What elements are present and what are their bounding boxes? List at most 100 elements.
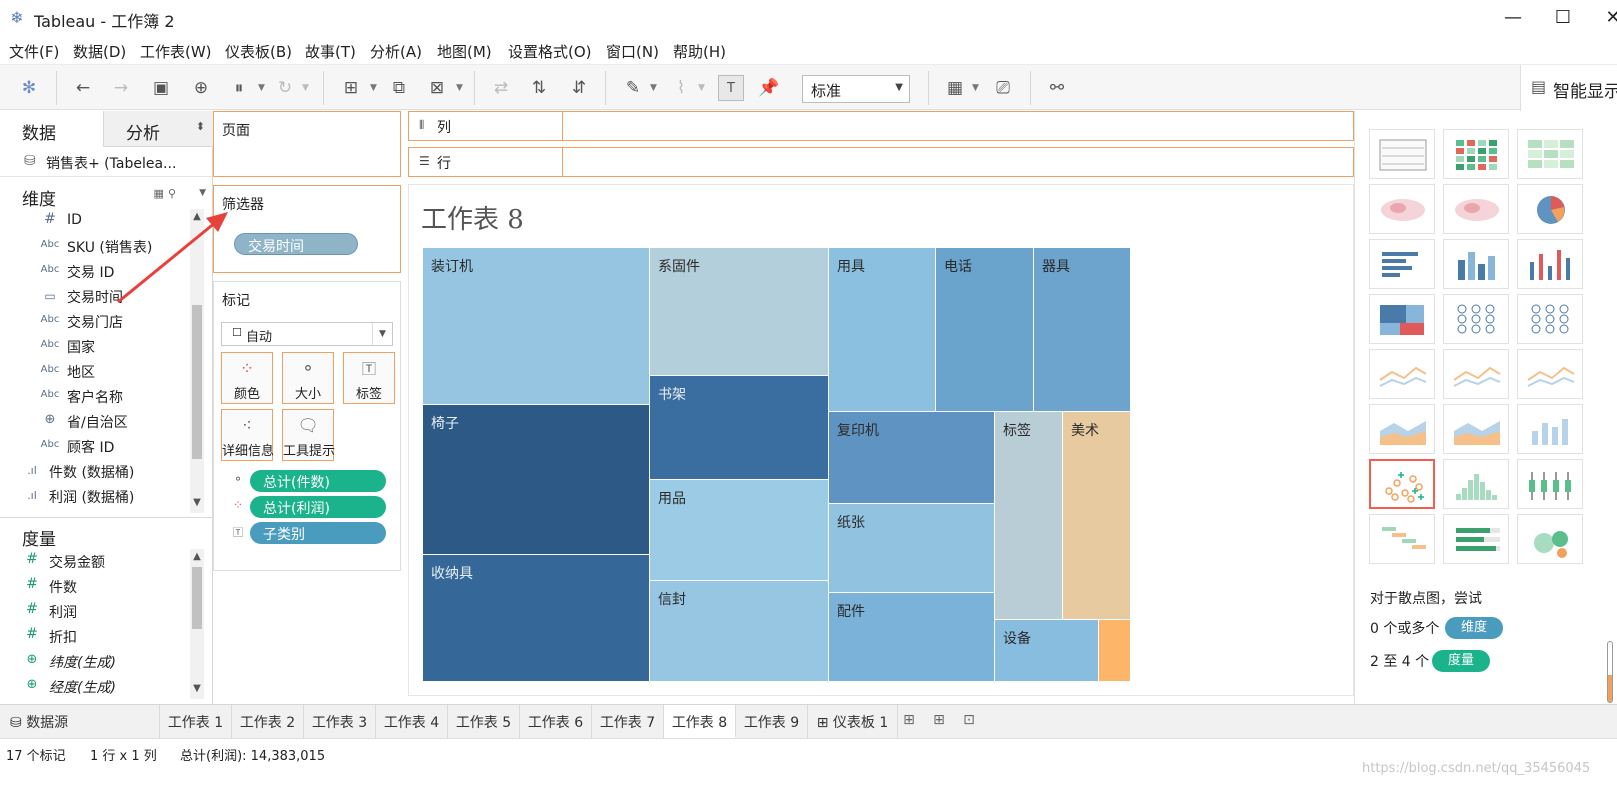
group-dropdown-icon[interactable]: ▼	[698, 75, 708, 101]
clear-dropdown-icon[interactable]: ▼	[456, 75, 466, 101]
save-icon[interactable]: ▣	[148, 75, 174, 101]
menu-format[interactable]: 设置格式(O)	[508, 41, 592, 62]
detail-button[interactable]: ⁖ 详细信息	[221, 409, 274, 461]
sheet-tab[interactable]: 工作表 2	[232, 705, 304, 738]
dimension-field[interactable]: Abc 国家	[0, 334, 190, 359]
pill-sum-profit[interactable]: 总计(利润)	[250, 496, 386, 518]
treemap-tile[interactable]: 配件	[829, 593, 995, 682]
measures-scroll-thumb[interactable]	[192, 567, 202, 629]
horizontal-bars-chart-button[interactable]	[1369, 239, 1435, 289]
dimension-field[interactable]: .ıl 件数 (数据桶)	[0, 459, 190, 484]
dimension-field[interactable]: Abc SKU (销售表)	[0, 234, 190, 259]
back-icon[interactable]: ←	[70, 75, 96, 101]
sheet-tab[interactable]: 工作表 7	[592, 705, 664, 738]
dimensions-menu-icon[interactable]: ▼	[199, 188, 206, 198]
pill-sum-count[interactable]: 总计(件数)	[250, 470, 386, 492]
dimension-field[interactable]: # ID	[0, 209, 190, 234]
new-datasource-icon[interactable]: ⊕	[188, 75, 214, 101]
menu-file[interactable]: 文件(F)	[9, 41, 59, 62]
dimension-field[interactable]: Abc 地区	[0, 359, 190, 384]
size-button[interactable]: ⚬ 大小	[282, 352, 334, 404]
histogram-chart-button[interactable]	[1443, 459, 1509, 509]
treemap-tile[interactable]: 标签	[995, 412, 1063, 620]
pages-card[interactable]: 页面	[213, 111, 401, 177]
measure-field[interactable]: ⊕ 经度(生成)	[0, 674, 190, 699]
treemap-tile[interactable]: 美术	[1063, 412, 1131, 620]
sheet-tab[interactable]: 工作表 5	[448, 705, 520, 738]
treemap-tile[interactable]: 用品	[650, 480, 829, 581]
mark-type-select[interactable]: ☐ 自动 ▼	[221, 322, 393, 346]
side-by-side-bars-chart-button[interactable]	[1517, 239, 1583, 289]
tab-datasource[interactable]: ⛁ 数据源	[0, 705, 160, 738]
tab-data[interactable]: 数据	[0, 111, 103, 147]
datasource-item[interactable]: ⛁ 销售表+ (Tabelea...	[0, 147, 212, 177]
close-button[interactable]: ✕	[1595, 4, 1617, 32]
treemap-tile[interactable]: 用具	[829, 248, 936, 412]
treemap-tile[interactable]: 信封	[650, 581, 829, 682]
symbol-map-chart-button[interactable]	[1369, 184, 1435, 234]
pause-updates-icon[interactable]: ⏸	[226, 75, 252, 101]
treemap-tile[interactable]: 器具	[1034, 248, 1131, 412]
sheet-tab[interactable]: 工作表 3	[304, 705, 376, 738]
menu-help[interactable]: 帮助(H)	[673, 41, 726, 62]
presentation-mode-icon[interactable]: ⎚	[990, 75, 1016, 101]
filled-map-chart-button[interactable]	[1443, 184, 1509, 234]
dimensions-scrollbar[interactable]: ▲ ▼	[190, 209, 204, 513]
panel-resize-handle[interactable]	[1607, 641, 1613, 703]
treemap-chart-button[interactable]	[1369, 294, 1435, 344]
discrete-lines-chart-button[interactable]	[1443, 349, 1509, 399]
sort-descending-icon[interactable]: ⇵	[566, 75, 592, 101]
scroll-up-icon[interactable]: ▲	[190, 211, 204, 225]
sort-ascending-icon[interactable]: ⇅	[526, 75, 552, 101]
tab-analysis-dropdown-icon[interactable]: ⬍	[196, 120, 205, 133]
fit-select[interactable]: 标准 ▼	[802, 75, 910, 103]
scatter-plot-chart-button[interactable]	[1369, 459, 1435, 509]
highlight-dropdown-icon[interactable]: ▼	[650, 75, 660, 101]
box-whisker-chart-button[interactable]	[1517, 459, 1583, 509]
tableau-home-icon[interactable]: ✻	[16, 75, 42, 101]
sheet-tab[interactable]: 工作表 1	[160, 705, 232, 738]
treemap-tile[interactable]	[1099, 620, 1131, 682]
pie-chart-button[interactable]	[1517, 184, 1583, 234]
scroll-down-icon[interactable]: ▼	[190, 683, 204, 697]
refresh-icon[interactable]: ↻	[272, 75, 298, 101]
treemap-tile[interactable]: 复印机	[829, 412, 995, 504]
area-continuous-chart-button[interactable]	[1369, 404, 1435, 454]
measures-scrollbar[interactable]: ▲ ▼	[190, 549, 204, 699]
dimension-field[interactable]: .ıl 利润 (数据桶)	[0, 484, 190, 509]
menu-window[interactable]: 窗口(N)	[606, 41, 659, 62]
sheet-tab[interactable]: 工作表 6	[520, 705, 592, 738]
bullet-graph-chart-button[interactable]	[1443, 514, 1509, 564]
tab-analysis[interactable]: 分析 ⬍	[103, 111, 213, 147]
dimension-field[interactable]: Abc 交易门店	[0, 309, 190, 334]
side-by-side-circles-chart-button[interactable]	[1517, 294, 1583, 344]
sheet-tab[interactable]: 工作表 4	[376, 705, 448, 738]
measure-field[interactable]: # 利润	[0, 599, 190, 624]
menu-data[interactable]: 数据(D)	[73, 41, 126, 62]
columns-shelf[interactable]: ⦀ 列	[408, 111, 1354, 141]
duplicate-sheet-icon[interactable]: ⧉	[386, 75, 412, 101]
show-cards-dropdown-icon[interactable]: ▼	[972, 75, 982, 101]
circle-views-chart-button[interactable]	[1443, 294, 1509, 344]
dual-combination-chart-button[interactable]	[1517, 404, 1583, 454]
menu-worksheet[interactable]: 工作表(W)	[140, 41, 212, 62]
measure-field[interactable]: ⊕ 纬度(生成)	[0, 649, 190, 674]
new-story-tab-icon[interactable]: ⊡	[958, 712, 980, 728]
dimension-field[interactable]: ⊕ 省/自治区	[0, 409, 190, 434]
pill-subcategory[interactable]: 子类别	[250, 522, 386, 544]
clear-sheet-icon[interactable]: ⊠	[424, 75, 450, 101]
color-button[interactable]: ⁘ 颜色	[221, 352, 273, 404]
treemap-tile[interactable]: 设备	[995, 620, 1099, 682]
dimensions-scroll-thumb[interactable]	[192, 305, 202, 459]
measure-field[interactable]: # 件数	[0, 574, 190, 599]
dimension-field[interactable]: Abc 顾客 ID	[0, 434, 190, 459]
sheet-tab[interactable]: 工作表 8	[664, 705, 736, 738]
dimension-field[interactable]: Abc 客户名称	[0, 384, 190, 409]
menu-story[interactable]: 故事(T)	[305, 41, 356, 62]
new-worksheet-tab-icon[interactable]: ⊞	[898, 712, 920, 728]
sheet-tab[interactable]: 工作表 9	[736, 705, 808, 738]
treemap-tile[interactable]: 系固件	[650, 248, 829, 376]
swap-axes-icon[interactable]: ⇄	[488, 75, 514, 101]
filters-card[interactable]: 筛选器 交易时间	[213, 185, 401, 273]
dimension-field[interactable]: Abc 交易 ID	[0, 259, 190, 284]
